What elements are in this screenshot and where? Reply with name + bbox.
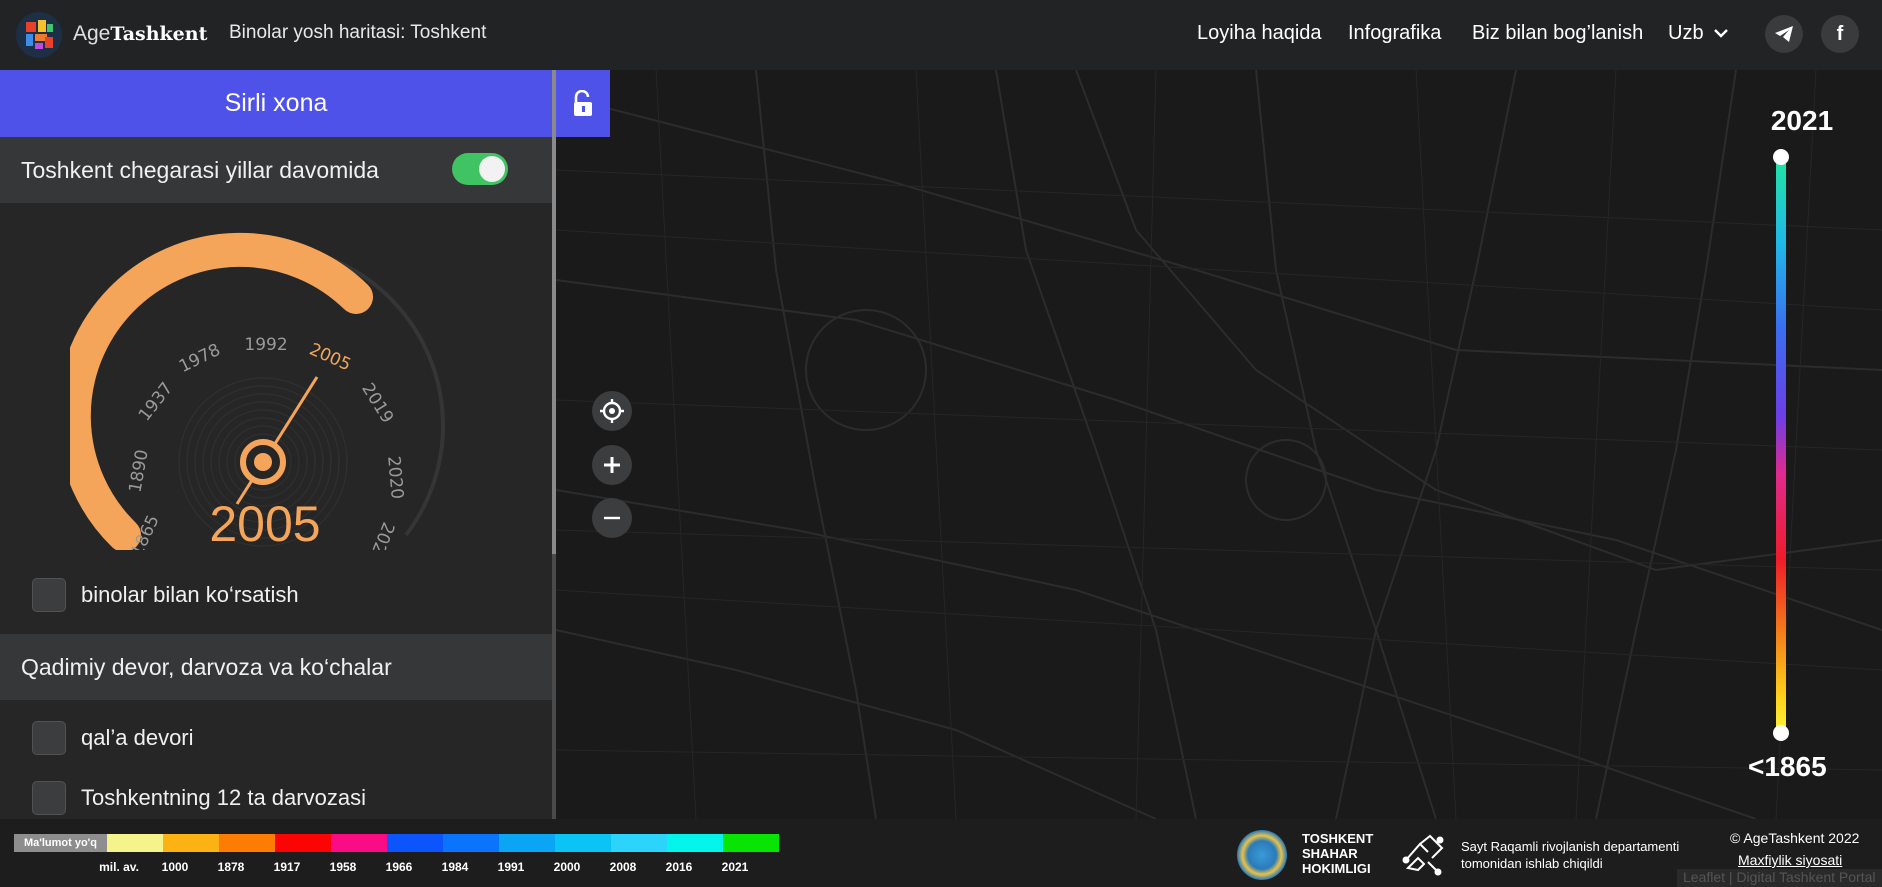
gauge-year-2020[interactable]: 2020	[383, 455, 407, 500]
color-swatch-1966	[387, 834, 443, 852]
privacy-link[interactable]: Maxfiylik siyosati	[1738, 852, 1842, 868]
map-attribution[interactable]: Leaflet | Digital Tashkent Portal	[1677, 869, 1882, 887]
legend-top-year: 2021	[1770, 105, 1834, 136]
color-swatch-1000	[163, 834, 219, 852]
language-label: Uzb	[1668, 22, 1704, 44]
gauge-year-1937[interactable]: 1937	[135, 379, 177, 425]
color-scale-label: 1878	[217, 860, 245, 874]
map-canvas[interactable]	[556, 70, 1882, 819]
fortress-wall-row[interactable]: qal’a devori	[32, 721, 194, 755]
plus-icon	[604, 457, 620, 473]
boundary-section-header: Toshkent chegarasi yillar davomida	[0, 137, 552, 203]
walls-section-header: Qadimiy devor, darvoza va ko‘chalar	[0, 634, 552, 700]
nav-infographics[interactable]: Infografika	[1348, 22, 1441, 45]
boundary-section-label: Toshkent chegarasi yillar davomida	[21, 156, 379, 183]
gauge-hub-center	[254, 453, 272, 471]
boundary-toggle[interactable]	[452, 153, 508, 185]
city-gates-row[interactable]: Toshkentning 12 ta darvozasi	[32, 781, 366, 815]
color-scale-label: 1991	[497, 860, 525, 874]
fortress-wall-checkbox[interactable]	[32, 721, 66, 755]
color-swatch-1958	[331, 834, 387, 852]
color-scale: Ma'lumot yo'q	[14, 834, 779, 852]
fortress-wall-label: qal’a devori	[81, 725, 194, 750]
color-scale-label: 1966	[385, 860, 413, 874]
tab-secret-room[interactable]: Sirli xona	[0, 70, 552, 137]
gauge-year-1890[interactable]: 1890	[125, 448, 152, 494]
color-scale-label: 1917	[273, 860, 301, 874]
agetashkent-logo-icon[interactable]	[16, 12, 62, 58]
minus-icon	[604, 516, 620, 520]
color-scale-label: 2021	[721, 860, 749, 874]
nav-about[interactable]: Loyiha haqida	[1197, 22, 1322, 45]
walls-section-label: Qadimiy devor, darvoza va ko‘chalar	[21, 653, 392, 680]
color-scale-label: 1000	[161, 860, 189, 874]
color-swatch-1878	[219, 834, 275, 852]
color-scale-label: 2000	[553, 860, 581, 874]
chevron-down-icon	[1714, 29, 1728, 38]
copyright: © AgeTashkent 2022	[1730, 830, 1860, 846]
year-legend-bar	[1776, 156, 1786, 732]
facebook-icon[interactable]: f	[1821, 15, 1859, 53]
locate-icon[interactable]	[592, 391, 632, 431]
show-buildings-checkbox[interactable]	[32, 578, 66, 612]
top-header: AgeTashkent Binolar yosh haritasi: Toshk…	[0, 0, 1882, 70]
panel-scrollbar-thumb[interactable]	[552, 70, 556, 554]
tashkent-city-seal-icon	[1237, 830, 1287, 880]
color-scale-label: 1984	[441, 860, 469, 874]
zoom-out-button[interactable]	[592, 498, 632, 538]
department-credit: Sayt Raqamli rivojlanish departamenti to…	[1461, 839, 1680, 871]
brand-name[interactable]: AgeTashkent	[73, 22, 207, 46]
color-swatch-2000	[555, 834, 611, 852]
color-scale-label: 2016	[665, 860, 693, 874]
side-panel: Sirli xona Toshkent chegarasi yillar dav…	[0, 70, 552, 819]
gauge-year-1978[interactable]: 1978	[176, 340, 224, 377]
color-swatch-1917	[275, 834, 331, 852]
no-data-swatch: Ma'lumot yo'q	[14, 834, 107, 852]
page-subtitle: Binolar yosh haritasi: Toshkent	[229, 22, 487, 43]
zoom-in-button[interactable]	[592, 445, 632, 485]
city-gates-label: Toshkentning 12 ta darvozasi	[81, 785, 366, 810]
digital-department-icon	[1402, 834, 1444, 876]
color-swatch-1984	[443, 834, 499, 852]
color-swatch-1991	[499, 834, 555, 852]
legend-top-handle[interactable]	[1773, 149, 1789, 165]
color-swatch-mil-av-	[107, 834, 163, 852]
language-select[interactable]: Uzb	[1668, 22, 1729, 45]
map-streets	[556, 70, 1882, 819]
telegram-icon[interactable]	[1765, 15, 1803, 53]
show-buildings-label: binolar bilan ko‘rsatish	[81, 582, 299, 607]
unlock-button[interactable]	[556, 70, 610, 137]
city-gates-checkbox[interactable]	[32, 781, 66, 815]
color-scale-label: 1958	[329, 860, 357, 874]
color-scale-label: 2008	[609, 860, 637, 874]
hokimligi-label: TOSHKENT SHAHAR HOKIMLIGI	[1302, 831, 1374, 876]
gauge-year-2019[interactable]: 2019	[357, 380, 397, 427]
color-swatch-2016	[667, 834, 723, 852]
show-buildings-row[interactable]: binolar bilan ko‘rsatish	[32, 578, 299, 612]
legend-bottom-handle[interactable]	[1773, 725, 1789, 741]
gauge-year-2005[interactable]: 2005	[306, 339, 354, 375]
color-swatch-2008	[611, 834, 667, 852]
gauge-year-1992[interactable]: 1992	[244, 335, 287, 355]
legend-bottom-year: <1865	[1748, 751, 1827, 782]
color-scale-label: mil. av.	[99, 860, 139, 874]
unlock-icon	[574, 89, 592, 116]
color-swatch-2021	[723, 834, 779, 852]
selected-year: 2005	[209, 496, 321, 552]
nav-contact[interactable]: Biz bilan bog’lanish	[1472, 22, 1643, 45]
